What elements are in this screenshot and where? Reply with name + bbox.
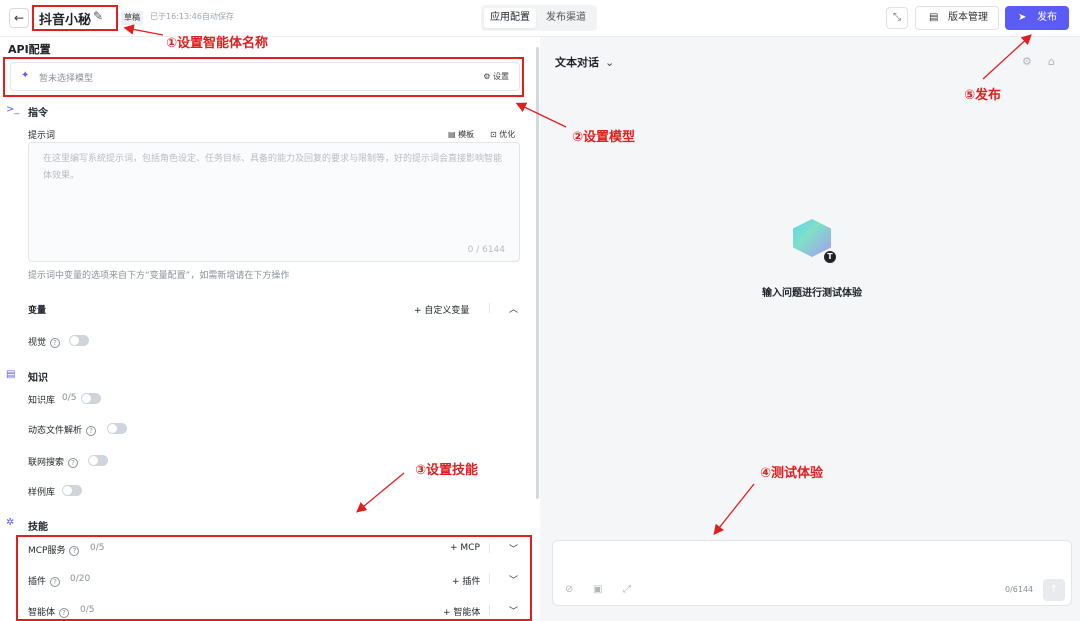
help-icon: ? (86, 425, 97, 436)
examples-toggle[interactable] (62, 485, 82, 496)
draft-badge: 草稿 (121, 11, 143, 25)
annotation-3: ③设置技能 (415, 463, 479, 478)
optimize-link[interactable]: ⊡ 优化 (490, 129, 515, 140)
version-management-button[interactable]: ▤ 版本管理 (915, 6, 999, 30)
prompt-label: 提示词 (28, 131, 56, 141)
chevron-down-icon: ⌄ (605, 56, 615, 69)
config-tabs: 应用配置 发布渠道 (481, 5, 597, 31)
prompt-textarea[interactable]: 在这里编写系统提示词，包括角色设定、任务目标、具备的能力及回复的要求与限制等，好… (28, 142, 520, 262)
help-icon: ? (50, 337, 61, 348)
annotation-4: ④测试体验 (760, 466, 824, 481)
optimize-label: 优化 (499, 130, 516, 139)
tab-publish-channel[interactable]: 发布渠道 (540, 8, 592, 28)
avatar-badge: T (822, 249, 838, 265)
help-icon: ? (68, 457, 79, 468)
skills-icon: ✲ (6, 517, 15, 528)
web-search-toggle[interactable] (88, 455, 108, 466)
knowledge-title: 知识 (28, 373, 48, 384)
terminal-icon: >_ (6, 104, 20, 115)
top-bar: ← 抖音小秘 ✎ 草稿 已于16:13:46自动保存 应用配置 发布渠道 ⤡ ▤… (0, 0, 1080, 37)
prompt-hint: 提示词中变量的选项来自下方“变量配置”，如需新增请在下方操作 (28, 271, 290, 281)
test-panel (540, 37, 1080, 621)
config-scrollbar[interactable] (536, 47, 539, 499)
web-search-label: 联网搜索? (28, 455, 79, 468)
knowledge-base-label: 知识库 (28, 396, 56, 406)
highlight-skills (16, 535, 532, 621)
version-icon: ▤ (929, 12, 939, 23)
api-config-title: API配置 (8, 43, 51, 56)
knowledge-base-toggle[interactable] (81, 393, 101, 404)
tab-app-config[interactable]: 应用配置 (484, 8, 536, 28)
add-variable-button[interactable]: + 自定义变量 (414, 303, 469, 316)
autosave-status: 已于16:13:46自动保存 (150, 12, 234, 21)
send-icon: ➤ (1018, 12, 1027, 23)
chat-mode-label: 文本对话 (555, 56, 599, 69)
optimize-icon: ⊡ (490, 130, 500, 139)
examples-label: 样例库 (28, 488, 56, 498)
chevron-up-icon[interactable]: ︿ (509, 302, 518, 315)
template-label: 模板 (458, 130, 475, 139)
highlight-model (3, 57, 524, 97)
config-panel (0, 37, 540, 621)
send-button[interactable]: ↑ (1043, 579, 1065, 601)
template-icon: ▤ (448, 130, 459, 139)
version-label: 版本管理 (948, 12, 988, 23)
settings-icon[interactable]: ⚙ (1022, 55, 1032, 68)
collapse-icon: ⤡ (893, 12, 901, 23)
arrow-up-icon: ↑ (1049, 584, 1059, 595)
dynamic-file-toggle[interactable] (107, 423, 127, 434)
knowledge-icon: ▤ (6, 369, 16, 380)
publish-label: 发布 (1037, 12, 1057, 23)
back-button[interactable]: ← (9, 8, 29, 28)
input-char-count: 0/6144 (1005, 585, 1034, 594)
vision-label: 视觉? (28, 335, 61, 348)
prompt-placeholder: 在这里编写系统提示词，包括角色设定、任务目标、具备的能力及回复的要求与限制等，好… (43, 154, 503, 181)
instruction-title: 指令 (28, 108, 48, 119)
prompt-char-count: 0 / 6144 (467, 245, 505, 255)
template-link[interactable]: ▤ 模板 (448, 129, 474, 140)
clear-icon[interactable]: ⌂ (1048, 55, 1055, 68)
highlight-agent-name (32, 5, 118, 31)
dynamic-file-label: 动态文件解析? (28, 423, 97, 436)
attachment-icon[interactable]: ⊘ (565, 584, 573, 595)
arrow-left-icon: ← (13, 11, 25, 25)
collapse-button[interactable]: ⤡ (886, 7, 908, 29)
knowledge-base-count: 0/5 (62, 393, 77, 403)
image-icon[interactable]: ▣ (593, 584, 602, 595)
publish-button[interactable]: ➤ 发布 (1005, 6, 1069, 30)
skills-title: 技能 (28, 522, 48, 533)
divider (489, 303, 490, 313)
annotation-5: ⑤发布 (964, 88, 1002, 103)
annotation-1: ①设置智能体名称 (166, 36, 269, 51)
chat-mode-select[interactable]: 文本对话 ⌄ (555, 54, 614, 70)
app-root: ← 抖音小秘 ✎ 草稿 已于16:13:46自动保存 应用配置 发布渠道 ⤡ ▤… (0, 0, 1080, 621)
expand-icon[interactable]: ⤢ (623, 584, 631, 595)
chat-input[interactable]: ⊘ ▣ ⤢ 0/6144 ↑ (552, 540, 1072, 606)
vision-toggle[interactable] (69, 335, 89, 346)
annotation-2: ②设置模型 (572, 130, 636, 145)
variables-title: 变量 (28, 306, 47, 316)
empty-state-text: 输入问题进行测试体验 (762, 288, 862, 299)
